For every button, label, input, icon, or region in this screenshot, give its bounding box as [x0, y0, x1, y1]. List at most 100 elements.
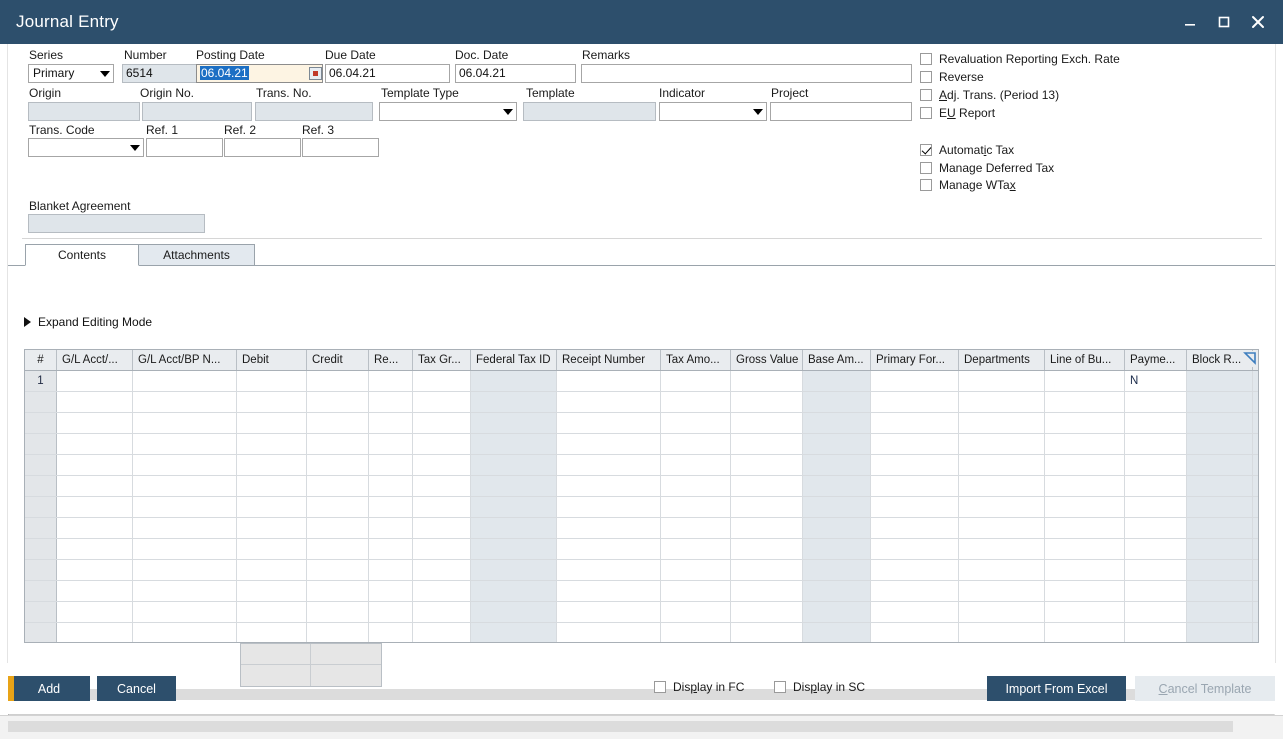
grid-cell[interactable]: [133, 581, 237, 601]
grid-cell[interactable]: [661, 476, 731, 496]
grid-cell[interactable]: [871, 602, 959, 622]
grid-cell[interactable]: [237, 392, 307, 412]
grid-cell[interactable]: [1253, 581, 1259, 601]
grid-cell[interactable]: [413, 392, 471, 412]
grid-cell[interactable]: [307, 518, 369, 538]
grid-cell[interactable]: [731, 455, 803, 475]
grid-cell[interactable]: [133, 392, 237, 412]
grid-cell[interactable]: [959, 623, 1045, 643]
grid-cell[interactable]: [471, 602, 557, 622]
grid-cell[interactable]: [307, 497, 369, 517]
expand-editing-mode-toggle[interactable]: Expand Editing Mode: [24, 315, 152, 329]
grid-column-header[interactable]: Payme...: [1125, 350, 1187, 370]
posting-date-field[interactable]: 06.04.21: [196, 64, 323, 83]
grid-cell[interactable]: [661, 392, 731, 412]
grid-cell[interactable]: [369, 497, 413, 517]
grid-row[interactable]: [25, 476, 1258, 497]
grid-column-header[interactable]: Base Am...: [803, 350, 871, 370]
grid-cell[interactable]: [959, 581, 1045, 601]
grid-cell[interactable]: [871, 560, 959, 580]
grid-cell[interactable]: [1045, 392, 1125, 412]
grid-cell[interactable]: [413, 371, 471, 391]
grid-cell[interactable]: [471, 497, 557, 517]
grid-cell[interactable]: [1125, 623, 1187, 643]
grid-cell[interactable]: [557, 497, 661, 517]
grid-cell[interactable]: [1125, 602, 1187, 622]
grid-cell[interactable]: [57, 455, 133, 475]
grid-cell[interactable]: [1187, 518, 1253, 538]
grid-cell[interactable]: [1045, 497, 1125, 517]
grid-cell[interactable]: [369, 560, 413, 580]
grid-column-header[interactable]: Debit: [237, 350, 307, 370]
grid-cell[interactable]: [731, 392, 803, 412]
grid-cell[interactable]: [731, 581, 803, 601]
grid-cell[interactable]: [871, 497, 959, 517]
grid-cell[interactable]: [307, 581, 369, 601]
grid-cell[interactable]: [1253, 497, 1259, 517]
grid-cell[interactable]: [1125, 518, 1187, 538]
grid-cell[interactable]: [57, 371, 133, 391]
grid-cell[interactable]: [369, 413, 413, 433]
grid-cell[interactable]: [307, 413, 369, 433]
grid-column-header[interactable]: #: [25, 350, 57, 370]
grid-cell[interactable]: [959, 392, 1045, 412]
grid-cell[interactable]: [959, 560, 1045, 580]
grid-column-header[interactable]: G/L Acct/...: [57, 350, 133, 370]
grid-cell[interactable]: [133, 539, 237, 559]
grid-cell[interactable]: [57, 518, 133, 538]
grid-cell[interactable]: [133, 497, 237, 517]
grid-cell[interactable]: [661, 518, 731, 538]
grid-cell[interactable]: [1187, 581, 1253, 601]
grid-cell[interactable]: [57, 434, 133, 454]
grid-cell[interactable]: [1253, 413, 1259, 433]
tab-contents[interactable]: Contents: [25, 244, 139, 266]
grid-cell[interactable]: [959, 518, 1045, 538]
grid-cell[interactable]: [1253, 518, 1259, 538]
grid-cell[interactable]: [731, 560, 803, 580]
grid-cell[interactable]: [369, 434, 413, 454]
grid-cell[interactable]: [803, 413, 871, 433]
grid-cell[interactable]: [57, 560, 133, 580]
grid-cell[interactable]: [1187, 392, 1253, 412]
grid-cell[interactable]: [307, 476, 369, 496]
grid-cell[interactable]: [1045, 476, 1125, 496]
grid-cell[interactable]: [471, 539, 557, 559]
grid-cell[interactable]: [307, 539, 369, 559]
grid-cell[interactable]: [413, 455, 471, 475]
grid-cell[interactable]: [959, 539, 1045, 559]
grid-cell[interactable]: [237, 581, 307, 601]
grid-cell[interactable]: [557, 434, 661, 454]
grid-cell[interactable]: [557, 476, 661, 496]
grid-cell[interactable]: [57, 602, 133, 622]
template-field[interactable]: [523, 102, 656, 121]
grid-cell[interactable]: [133, 434, 237, 454]
grid-cell[interactable]: [1125, 476, 1187, 496]
grid-column-header[interactable]: Primary For...: [871, 350, 959, 370]
grid-cell[interactable]: [133, 560, 237, 580]
checkbox-automatic-tax[interactable]: Automatic Tax: [920, 142, 1014, 158]
grid-cell[interactable]: [803, 602, 871, 622]
grid-cell[interactable]: [871, 434, 959, 454]
grid-cell[interactable]: [1045, 581, 1125, 601]
grid-cell[interactable]: [557, 392, 661, 412]
grid-column-header[interactable]: Tax Gr...: [413, 350, 471, 370]
series-dropdown[interactable]: Primary: [28, 64, 114, 83]
grid-cell[interactable]: [803, 371, 871, 391]
grid-cell[interactable]: [237, 539, 307, 559]
tab-attachments[interactable]: Attachments: [138, 244, 255, 266]
grid-cell[interactable]: [557, 581, 661, 601]
grid-row[interactable]: [25, 518, 1258, 539]
grid-cell[interactable]: [413, 413, 471, 433]
grid-row[interactable]: [25, 560, 1258, 581]
grid-cell[interactable]: [413, 581, 471, 601]
grid-cell[interactable]: [557, 560, 661, 580]
grid-cell[interactable]: [237, 497, 307, 517]
grid-cell[interactable]: [369, 602, 413, 622]
grid-cell[interactable]: [731, 602, 803, 622]
grid-cell[interactable]: [871, 581, 959, 601]
checkbox-display-in-fc[interactable]: Display in FC: [654, 679, 744, 695]
grid-cell[interactable]: [1187, 434, 1253, 454]
grid-cell[interactable]: [1125, 413, 1187, 433]
grid-cell[interactable]: [413, 560, 471, 580]
checkbox-manage-wtax[interactable]: Manage WTax: [920, 177, 1016, 193]
